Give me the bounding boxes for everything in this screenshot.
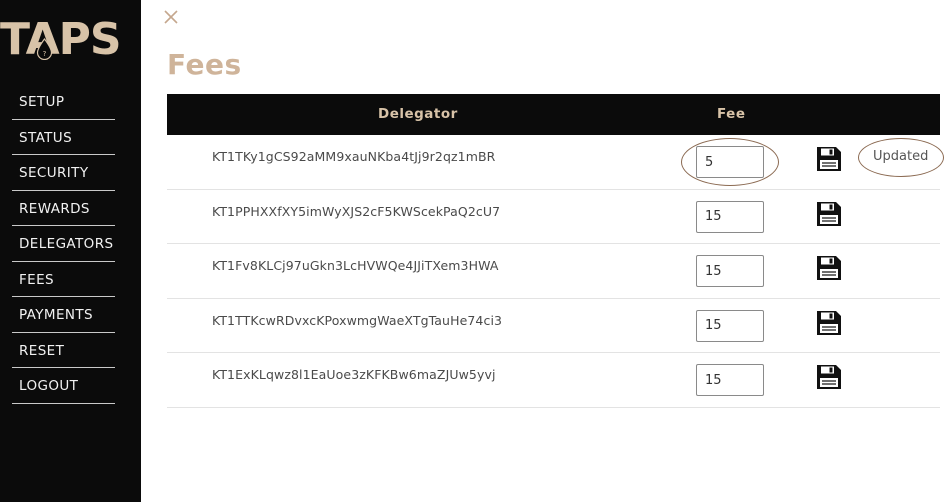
table-row: KT1Fv8KLCj97uGkn3LcHVWQe4JJiTXem3HWA — [167, 244, 940, 299]
sidebar-item-setup[interactable]: SETUP — [12, 84, 115, 120]
table-header: Delegator Fee — [167, 94, 940, 135]
table-row: KT1TKy1gCS92aMM9xauNKba4tJj9r2qz1mBR Upd… — [167, 135, 940, 190]
sidebar-item-security[interactable]: SECURITY — [12, 155, 115, 191]
sidebar-item-rewards[interactable]: REWARDS — [12, 191, 115, 226]
sidebar-item-status[interactable]: STATUS — [12, 120, 115, 155]
sidebar-item-payments[interactable]: PAYMENTS — [12, 297, 115, 333]
table-row: KT1TTKcwRDvxcKPoxwmgWaeXTgTauHe74ci3 — [167, 299, 940, 353]
save-icon[interactable] — [816, 201, 842, 227]
fee-input[interactable] — [696, 255, 764, 287]
sidebar-item-fees[interactable]: FEES — [12, 262, 115, 297]
save-icon[interactable] — [816, 364, 842, 390]
fee-input[interactable] — [696, 364, 764, 396]
drop-icon: ? — [36, 38, 53, 60]
column-header-delegator: Delegator — [378, 106, 458, 122]
page-title: Fees — [167, 48, 242, 81]
save-icon[interactable] — [816, 255, 842, 281]
sidebar-item-logout[interactable]: LOGOUT — [12, 368, 115, 404]
fee-input[interactable] — [696, 146, 764, 178]
delegator-address: KT1Fv8KLCj97uGkn3LcHVWQe4JJiTXem3HWA — [212, 258, 499, 273]
logo-text: TAPS — [0, 14, 122, 65]
fee-input[interactable] — [696, 309, 764, 342]
status-text: Updated — [873, 149, 929, 164]
table-row: KT1ExKLqwz8l1EaUoe3zKFKBw6maZJUw5yvj — [167, 353, 940, 408]
save-icon[interactable] — [816, 310, 842, 336]
sidebar-item-delegators[interactable]: DELEGATORS — [12, 226, 115, 262]
delegator-address: KT1ExKLqwz8l1EaUoe3zKFKBw6maZJUw5yvj — [212, 367, 496, 382]
svg-text:?: ? — [43, 50, 47, 58]
column-header-fee: Fee — [717, 106, 746, 122]
delegator-address: KT1PPHXXfXY5imWyXJS2cF5KWScekPaQ2cU7 — [212, 203, 501, 219]
sidebar: TAPS ? SETUP STATUS SECURITY REWARDS DEL… — [0, 0, 141, 502]
fee-input[interactable] — [696, 200, 764, 233]
fees-table: Delegator Fee KT1TKy1gCS92aMM9xauNKba4tJ… — [167, 94, 940, 408]
table-row: KT1PPHXXfXY5imWyXJS2cF5KWScekPaQ2cU7 — [167, 190, 940, 244]
save-icon[interactable] — [816, 146, 842, 172]
sidebar-item-reset[interactable]: RESET — [12, 333, 115, 368]
taps-logo[interactable]: TAPS ? — [0, 14, 141, 66]
close-icon[interactable] — [160, 6, 182, 28]
sidebar-nav: SETUP STATUS SECURITY REWARDS DELEGATORS… — [12, 84, 115, 404]
delegator-address: KT1TTKcwRDvxcKPoxwmgWaeXTgTauHe74ci3 — [212, 312, 503, 328]
delegator-address: KT1TKy1gCS92aMM9xauNKba4tJj9r2qz1mBR — [212, 149, 496, 164]
